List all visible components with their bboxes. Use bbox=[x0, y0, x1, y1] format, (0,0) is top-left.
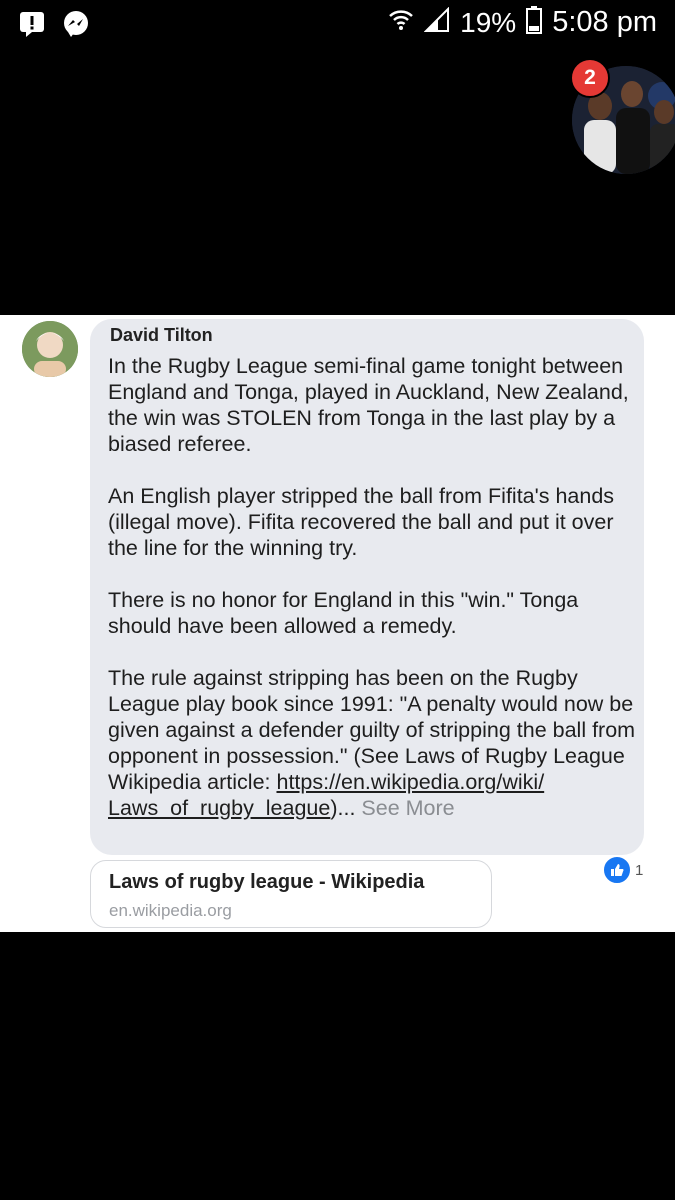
link-preview-domain: en.wikipedia.org bbox=[109, 901, 232, 920]
comment-screenshot: David Tilton In the Rugby League semi-fi… bbox=[0, 315, 675, 932]
see-more-link[interactable]: See More bbox=[361, 796, 454, 820]
ellipsis: ... bbox=[337, 796, 356, 820]
comment-paragraph: There is no honor for England in this "w… bbox=[108, 588, 579, 638]
clock: 5:08 pm bbox=[552, 6, 657, 38]
signal-icon bbox=[423, 6, 450, 38]
link-preview-card[interactable]: Laws of rugby league - Wikipedia en.wiki… bbox=[90, 860, 492, 928]
battery-icon bbox=[526, 6, 543, 39]
link-preview-title: Laws of rugby league - Wikipedia bbox=[109, 871, 425, 893]
status-bar-system: 19% 5:08 pm bbox=[388, 6, 657, 39]
comment-paragraph-last: The rule against stripping has been on t… bbox=[108, 665, 642, 821]
closing-paren: ) bbox=[330, 796, 338, 820]
wifi-icon bbox=[388, 7, 414, 38]
unread-badge: 2 bbox=[570, 58, 610, 98]
comment-author[interactable]: David Tilton bbox=[110, 319, 213, 351]
status-bar: 19% 5:08 pm bbox=[0, 0, 675, 50]
author-photo-icon bbox=[22, 321, 78, 377]
status-bar-notifications bbox=[18, 10, 90, 43]
reaction-summary[interactable]: 1 bbox=[602, 855, 643, 885]
comment-body: In the Rugby League semi-final game toni… bbox=[108, 353, 642, 821]
messenger-icon bbox=[62, 10, 90, 43]
comment-bubble: David Tilton In the Rugby League semi-fi… bbox=[90, 319, 644, 855]
author-avatar[interactable] bbox=[22, 321, 78, 377]
reaction-count: 1 bbox=[635, 861, 644, 879]
comment-paragraph: In the Rugby League semi-final game toni… bbox=[108, 354, 629, 456]
alert-icon bbox=[18, 10, 46, 43]
battery-percent: 19% bbox=[460, 6, 517, 38]
like-reaction-icon bbox=[602, 855, 632, 885]
comment-paragraph: An English player stripped the ball from… bbox=[108, 484, 615, 560]
